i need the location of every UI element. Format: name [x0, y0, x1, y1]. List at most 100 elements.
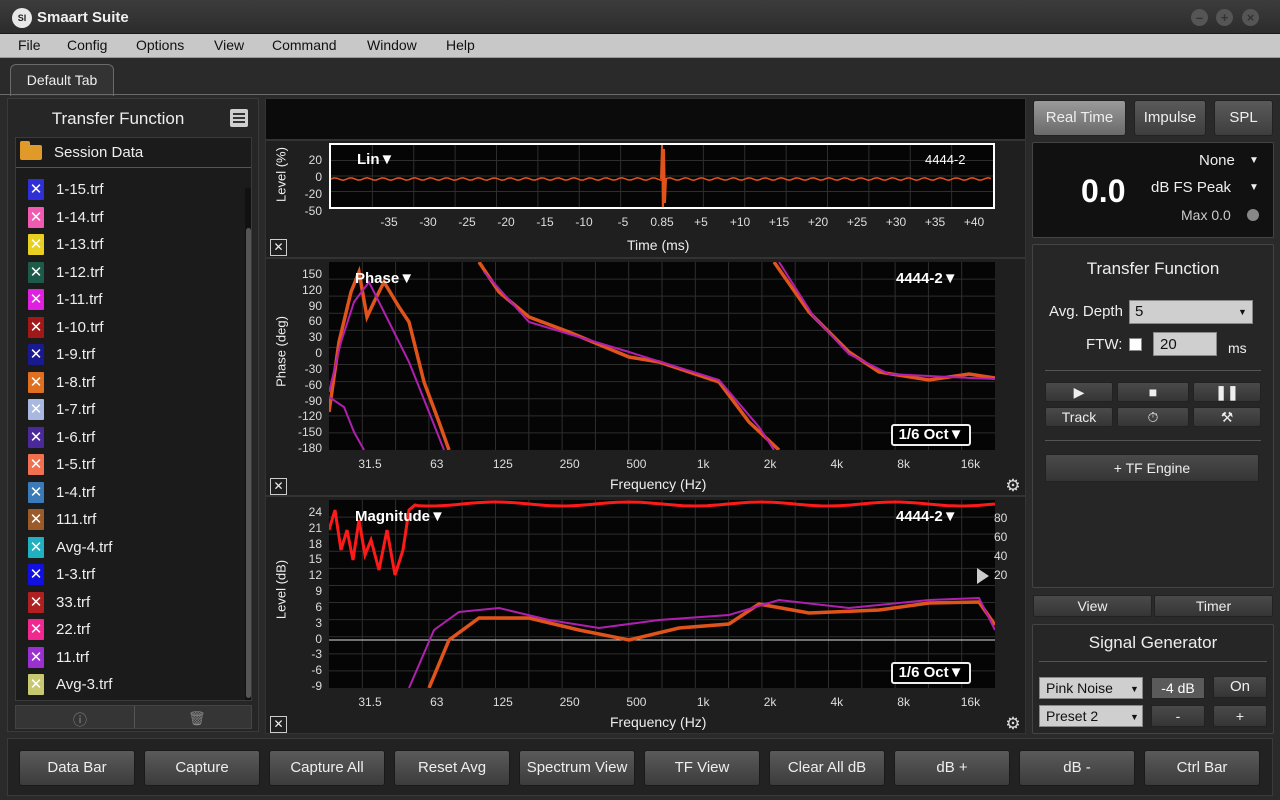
clear-all-db-button[interactable]: Clear All dB	[769, 750, 885, 786]
magnitude-settings-gear-icon[interactable]: ⚙	[1004, 715, 1022, 733]
menu-window[interactable]: Window	[367, 37, 417, 53]
tools-icon[interactable]: ⚒	[1193, 407, 1261, 427]
spectrum-view-button[interactable]: Spectrum View	[519, 750, 635, 786]
list-item[interactable]: ✕ Avg-4.trf	[16, 534, 238, 561]
y-tick-label: -120	[297, 409, 322, 424]
level-increase-button[interactable]: +	[1213, 705, 1267, 727]
db-plus-button[interactable]: dB +	[894, 750, 1010, 786]
list-item[interactable]: ✕ 111.trf	[16, 506, 238, 533]
file-name-label: 1-15.trf	[56, 181, 104, 198]
view-tab[interactable]: View	[1033, 595, 1152, 617]
menu-config[interactable]: Config	[67, 37, 107, 53]
signal-generator-panel: Signal Generator Pink Noise ▼ -4 dB On P…	[1032, 624, 1274, 734]
y-tick-label: 90	[308, 298, 322, 313]
level-decrease-button[interactable]: -	[1151, 705, 1205, 727]
menu-file[interactable]: File	[18, 37, 41, 53]
meter-type-dropdown-icon[interactable]: ▼	[1249, 182, 1259, 193]
ftw-checkbox[interactable]	[1129, 338, 1142, 351]
db-minus-button[interactable]: dB -	[1019, 750, 1135, 786]
menu-view[interactable]: View	[214, 37, 244, 53]
list-item[interactable]: ✕ 1-3.trf	[16, 561, 238, 588]
ctrl-bar-button[interactable]: Ctrl Bar	[1144, 750, 1260, 786]
signal-on-button[interactable]: On	[1213, 676, 1267, 698]
y-tick-label: 3	[315, 615, 322, 630]
list-item[interactable]: ✕ 1-14.trf	[16, 204, 238, 231]
magnitude-close-icon[interactable]: ✕	[270, 716, 287, 733]
magnitude-smoothing-selector[interactable]: 1/6 Oct▼	[891, 662, 971, 684]
impulse-close-icon[interactable]: ✕	[270, 239, 287, 256]
list-item[interactable]: ✕ 1-8.trf	[16, 369, 238, 396]
data-bar-button[interactable]: Data Bar	[19, 750, 135, 786]
coherence-scale-handle-icon[interactable]	[977, 568, 989, 584]
trf-file-icon: ✕	[28, 179, 44, 200]
timer-tab[interactable]: Timer	[1154, 595, 1273, 617]
reset-avg-button[interactable]: Reset Avg	[394, 750, 510, 786]
list-item[interactable]: ✕ 1-11.trf	[16, 286, 238, 313]
list-item[interactable]: ✕ 22.trf	[16, 616, 238, 643]
list-item[interactable]: ✕ 1-7.trf	[16, 396, 238, 423]
trash-icon[interactable]: 🗑	[188, 710, 206, 727]
impulse-mode-selector[interactable]: Lin▼	[357, 151, 394, 168]
close-icon[interactable]: ×	[1242, 9, 1259, 26]
ftw-input[interactable]: 20	[1153, 332, 1217, 356]
signal-type-value: Pink Noise	[1046, 680, 1113, 696]
meter-weighting[interactable]: None	[1199, 152, 1235, 169]
impulse-mode-button[interactable]: Impulse	[1134, 100, 1206, 136]
list-scrollbar-thumb[interactable]	[246, 228, 251, 698]
phase-plot-canvas[interactable]: Phase▼ 4444-2▼ 1/6 Oct▼	[329, 262, 995, 450]
phase-mode-selector[interactable]: Phase▼	[355, 270, 414, 287]
list-item[interactable]: ✕ 1-10.trf	[16, 314, 238, 341]
magnitude-source-selector[interactable]: 4444-2▼	[896, 508, 958, 525]
capture-all-button[interactable]: Capture All	[269, 750, 385, 786]
add-tf-engine-button[interactable]: + TF Engine	[1045, 454, 1259, 482]
weighting-dropdown-icon[interactable]: ▼	[1249, 155, 1259, 166]
clip-indicator-icon	[1247, 209, 1259, 221]
track-button[interactable]: Track	[1045, 407, 1113, 427]
stopwatch-icon[interactable]: ⏱	[1117, 407, 1189, 427]
list-item[interactable]: ✕ 1-15.trf	[16, 176, 238, 203]
avg-depth-select[interactable]: 5 ▼	[1129, 300, 1253, 324]
list-menu-icon[interactable]	[230, 109, 248, 127]
trf-file-icon: ✕	[28, 536, 44, 558]
magnitude-mode-selector[interactable]: Magnitude▼	[355, 508, 445, 525]
level-meter[interactable]: 0.0 None ▼ dB FS Peak ▼ Max 0.0	[1032, 142, 1274, 238]
list-item[interactable]: ✕ Avg-3.trf	[16, 671, 238, 698]
tab-default[interactable]: Default Tab	[10, 64, 114, 96]
list-item[interactable]: ✕ 1-5.trf	[16, 451, 238, 478]
capture-button[interactable]: Capture	[144, 750, 260, 786]
impulse-y-axis-title: Level (%)	[273, 147, 289, 202]
menu-help[interactable]: Help	[446, 37, 475, 53]
menu-command[interactable]: Command	[272, 37, 337, 53]
tf-view-button[interactable]: TF View	[644, 750, 760, 786]
phase-settings-gear-icon[interactable]: ⚙	[1004, 477, 1022, 495]
phase-source-selector[interactable]: 4444-2▼	[896, 270, 958, 287]
list-item[interactable]: ✕ 33.trf	[16, 589, 238, 616]
info-icon[interactable]: ⓘ	[73, 710, 87, 730]
list-item[interactable]: ✕ 1-12.trf	[16, 259, 238, 286]
phase-smoothing-selector[interactable]: 1/6 Oct▼	[891, 424, 971, 446]
preset-select[interactable]: Preset 2 ▼	[1039, 705, 1143, 727]
list-item[interactable]: ✕ 1-4.trf	[16, 479, 238, 506]
maximize-icon[interactable]: +	[1216, 9, 1233, 26]
real-time-mode-button[interactable]: Real Time	[1033, 100, 1126, 136]
impulse-plot-canvas[interactable]: Lin▼ 4444-2	[329, 143, 995, 209]
file-list: Session Data ✕ 1-15.trf ✕ 1-14.trf ✕ 1-13.trf…	[15, 137, 252, 701]
play-button[interactable]: ▶	[1045, 382, 1113, 402]
list-item[interactable]: ✕ 1-9.trf	[16, 341, 238, 368]
minimize-icon[interactable]: –	[1191, 9, 1208, 26]
x-tick-label: 63	[430, 695, 444, 709]
stop-button[interactable]: ■	[1117, 382, 1189, 402]
meter-type[interactable]: dB FS Peak	[1151, 179, 1231, 196]
x-tick-label: +35	[924, 215, 946, 229]
list-item[interactable]: ✕ 1-6.trf	[16, 424, 238, 451]
preset-value: Preset 2	[1046, 708, 1099, 724]
list-item[interactable]: ✕ 11.trf	[16, 644, 238, 671]
signal-type-select[interactable]: Pink Noise ▼	[1039, 677, 1143, 699]
session-data-folder[interactable]: Session Data	[16, 138, 251, 168]
pause-button[interactable]: ❚❚	[1193, 382, 1261, 402]
menu-options[interactable]: Options	[136, 37, 184, 53]
list-item[interactable]: ✕ 1-13.trf	[16, 231, 238, 258]
magnitude-plot-canvas[interactable]: Magnitude▼ 4444-2▼ 1/6 Oct▼	[329, 500, 995, 688]
spl-mode-button[interactable]: SPL	[1214, 100, 1273, 136]
phase-close-icon[interactable]: ✕	[270, 478, 287, 495]
